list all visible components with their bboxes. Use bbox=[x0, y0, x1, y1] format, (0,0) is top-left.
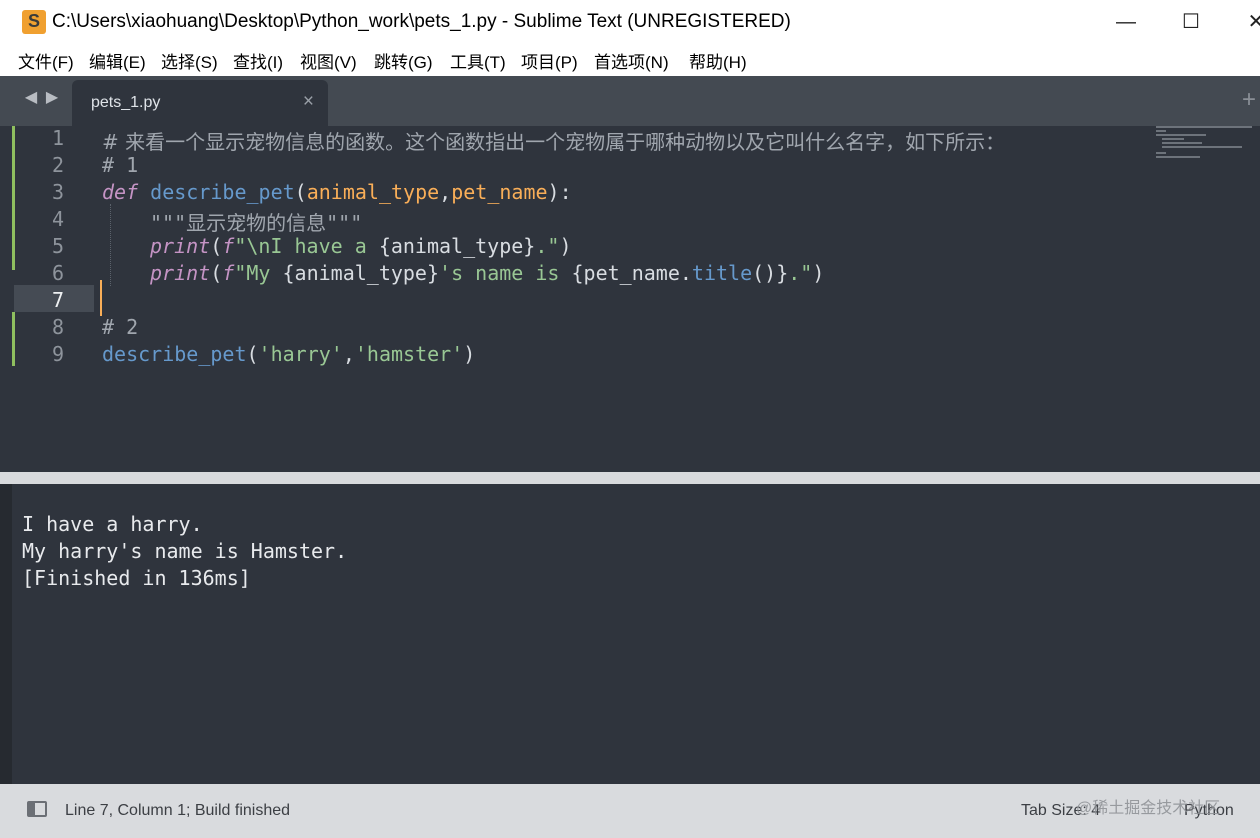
code-line-2: # 1 bbox=[102, 153, 139, 177]
code-editor[interactable]: 1 2 3 4 5 6 7 8 9 # 来看一个显示宠物信息的函数。这个函数指出… bbox=[0, 126, 1260, 472]
punct: ): bbox=[547, 180, 572, 204]
output-line: My harry's name is Hamster. bbox=[22, 539, 348, 563]
fstring-expr: ()} bbox=[752, 261, 789, 285]
builtin-print: print bbox=[150, 234, 211, 258]
string-part: ." bbox=[788, 261, 813, 285]
tab-bar: ◀ ▶ pets_1.py × + bbox=[0, 76, 1260, 126]
fstring-prefix: f bbox=[222, 234, 235, 258]
line-number: 3 bbox=[51, 180, 64, 204]
status-bar: Line 7, Column 1; Build finished Tab Siz… bbox=[0, 784, 1260, 838]
code-line-9: describe_pet('harry','hamster') bbox=[102, 342, 475, 366]
param-pet-name: pet_name bbox=[451, 180, 548, 204]
fstring-expr: {animal_type} bbox=[282, 261, 440, 285]
tab-pets-1-py[interactable]: pets_1.py × bbox=[72, 80, 328, 126]
menu-tools[interactable]: 工具(T) bbox=[450, 48, 506, 73]
string-part: 's name is bbox=[439, 261, 572, 285]
menu-view[interactable]: 视图(V) bbox=[300, 48, 357, 73]
menu-preferences[interactable]: 首选项(N) bbox=[594, 48, 669, 73]
method-title: title bbox=[691, 261, 753, 285]
function-name: describe_pet bbox=[150, 180, 295, 204]
punct: ) bbox=[463, 342, 476, 366]
modified-lines-marker bbox=[12, 126, 15, 270]
punct: ( bbox=[294, 180, 307, 204]
window-title: C:\Users\xiaohuang\Desktop\Python_work\p… bbox=[52, 11, 791, 32]
keyword-def: def bbox=[102, 180, 139, 204]
punct: ) bbox=[812, 261, 825, 285]
tab-label: pets_1.py bbox=[91, 94, 161, 111]
menu-find[interactable]: 查找(I) bbox=[233, 48, 283, 73]
line-number: 6 bbox=[51, 261, 64, 285]
minimize-button[interactable]: — bbox=[1106, 6, 1146, 38]
line-number: 9 bbox=[51, 342, 64, 366]
close-window-button[interactable]: ✕ bbox=[1236, 6, 1260, 38]
code-line-3: def describe_pet(animal_type,pet_name): bbox=[102, 180, 572, 204]
menu-bar: 文件(F) 编辑(E) 选择(S) 查找(I) 视图(V) 跳转(G) 工具(T… bbox=[0, 44, 1260, 76]
line-number: 2 bbox=[51, 153, 64, 177]
punct: ( bbox=[210, 261, 223, 285]
string-part: "\nI have a bbox=[234, 234, 379, 258]
panel-toggle-icon[interactable] bbox=[27, 801, 47, 817]
menu-edit[interactable]: 编辑(E) bbox=[89, 48, 146, 73]
minimap[interactable] bbox=[1152, 126, 1258, 166]
fstring-expr: {pet_name. bbox=[571, 261, 692, 285]
code-line-8: # 2 bbox=[102, 315, 139, 339]
string-part: ." bbox=[535, 234, 560, 258]
watermark: @稀土掘金技术社区 bbox=[1076, 800, 1221, 817]
code-line-5: print(f"\nI have a {animal_type}.") bbox=[150, 234, 572, 258]
new-tab-plus-icon[interactable]: + bbox=[1242, 86, 1256, 114]
sublime-text-icon bbox=[22, 10, 46, 34]
tab-nav-right-icon[interactable]: ▶ bbox=[44, 88, 60, 108]
menu-selection[interactable]: 选择(S) bbox=[161, 48, 218, 73]
modified-lines-marker bbox=[12, 312, 15, 366]
panel-divider[interactable] bbox=[0, 472, 1260, 484]
string-part: "My bbox=[234, 261, 283, 285]
punct: ( bbox=[246, 342, 259, 366]
function-call: describe_pet bbox=[102, 342, 247, 366]
line-number: 8 bbox=[51, 315, 64, 339]
line-number: 5 bbox=[51, 234, 64, 258]
text-cursor bbox=[100, 280, 102, 316]
menu-help[interactable]: 帮助(H) bbox=[689, 48, 747, 73]
punct: , bbox=[342, 342, 355, 366]
menu-file[interactable]: 文件(F) bbox=[18, 48, 74, 73]
line-number: 1 bbox=[51, 126, 64, 150]
tab-close-icon[interactable]: × bbox=[303, 91, 314, 113]
menu-project[interactable]: 项目(P) bbox=[521, 48, 578, 73]
tab-nav-left-icon[interactable]: ◀ bbox=[23, 88, 39, 108]
punct: ( bbox=[210, 234, 223, 258]
string-arg: 'harry' bbox=[258, 342, 343, 366]
status-message: Line 7, Column 1; Build finished bbox=[65, 802, 291, 819]
string-arg: 'hamster' bbox=[354, 342, 464, 366]
code-line-4-docstring: """显示宠物的信息""" bbox=[150, 211, 363, 235]
builtin-print: print bbox=[150, 261, 211, 285]
build-output-panel: I have a harry. My harry's name is Hamst… bbox=[12, 484, 1260, 784]
output-line: [Finished in 136ms] bbox=[22, 566, 251, 590]
fstring-prefix: f bbox=[222, 261, 235, 285]
indent-guide bbox=[110, 204, 112, 286]
menu-goto[interactable]: 跳转(G) bbox=[374, 48, 433, 73]
title-bar: C:\Users\xiaohuang\Desktop\Python_work\p… bbox=[0, 0, 1260, 44]
code-line-1: # 来看一个显示宠物信息的函数。这个函数指出一个宠物属于哪种动物以及它叫什么名字… bbox=[102, 130, 1006, 154]
maximize-button[interactable]: ☐ bbox=[1171, 6, 1211, 38]
output-line: I have a harry. bbox=[22, 512, 203, 536]
param-animal-type: animal_type bbox=[306, 180, 440, 204]
punct: ) bbox=[559, 234, 572, 258]
code-line-6: print(f"My {animal_type}'s name is {pet_… bbox=[150, 261, 824, 285]
line-number: 4 bbox=[51, 207, 64, 231]
line-number-current: 7 bbox=[51, 288, 64, 312]
fstring-expr: {animal_type} bbox=[378, 234, 536, 258]
punct: , bbox=[439, 180, 452, 204]
